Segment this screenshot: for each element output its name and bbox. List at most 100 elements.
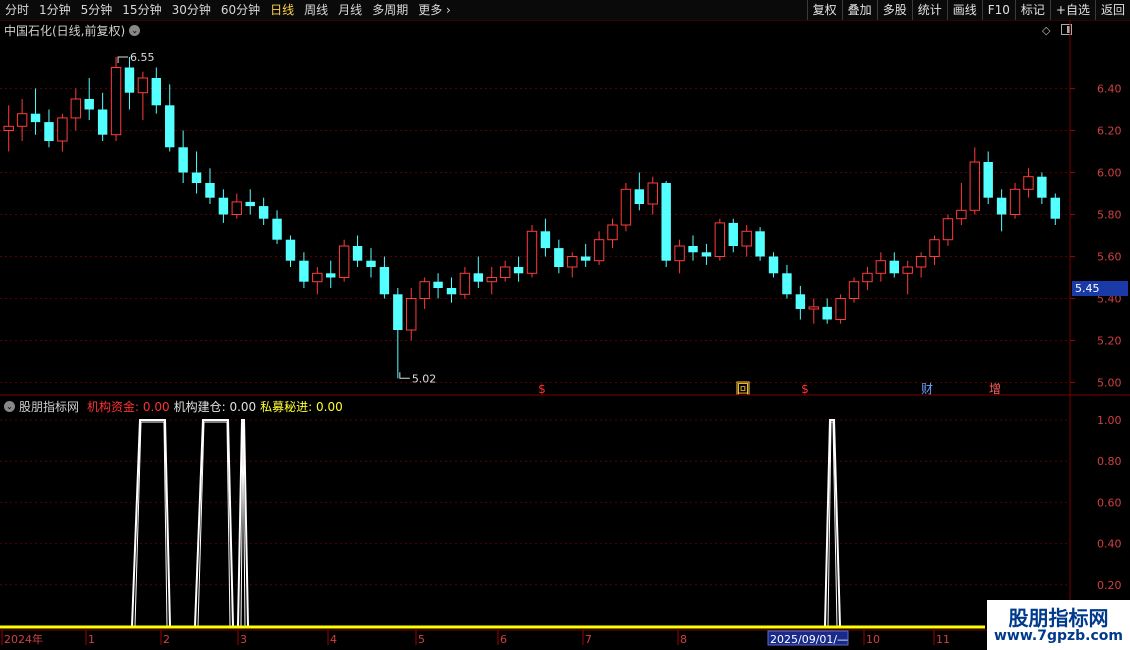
indicator-spike-0 — [131, 419, 171, 627]
candle-body-71 — [956, 209, 967, 220]
toolbar: 分时 1分钟 5分钟 15分钟 30分钟 60分钟 日线 周线 月线 多周期 更多 › 复权 叠加 多股… — [0, 0, 1130, 21]
toolbar-button-5[interactable]: F10 — [981, 0, 1015, 20]
marker-box-1 — [736, 381, 750, 396]
panel-toggle-icon[interactable] — [1061, 24, 1072, 35]
candle-body-2 — [30, 113, 41, 123]
x-tick-label-1: 1 — [88, 633, 95, 646]
candle-body-25 — [338, 245, 350, 278]
event-marker-4: 增 — [989, 382, 1001, 396]
y-tick-label-7: 5.00 — [1097, 377, 1122, 390]
candle-body-66 — [889, 260, 899, 274]
candle-body-46 — [620, 188, 632, 226]
y-tick-label-0: 6.40 — [1097, 83, 1122, 96]
candle-body-31 — [419, 281, 430, 300]
candle-body-33 — [446, 288, 457, 295]
period-tab-10[interactable]: 更多 › — [413, 0, 456, 20]
indicator-values: 机构资金: 0.00 机构建仓: 0.00 私募秘进: 0.00 — [83, 398, 343, 415]
period-tab-7[interactable]: 周线 — [299, 0, 333, 20]
indicator-spike-3 — [824, 419, 841, 627]
diamond-icon[interactable]: ◇ — [1042, 24, 1050, 37]
ind-y-tick-4: 0.20 — [1097, 579, 1122, 592]
indicator-item-1: 机构建仓: 0.00 — [173, 400, 257, 414]
toolbar-button-7[interactable]: +自选 — [1049, 0, 1095, 20]
candle-body-27 — [366, 260, 376, 267]
candle-body-52 — [701, 252, 712, 257]
x-tick-label-7: 7 — [585, 633, 592, 646]
candle-body-7 — [97, 109, 108, 135]
toolbar-button-1[interactable]: 叠加 — [841, 0, 877, 20]
candle-body-43 — [580, 256, 591, 261]
candle-body-38 — [513, 267, 524, 274]
indicator-name: 股朋指标网 — [19, 400, 80, 414]
period-tab-2[interactable]: 5分钟 — [76, 0, 118, 20]
period-tab-8[interactable]: 月线 — [333, 0, 367, 20]
period-tab-6[interactable]: 日线 — [265, 0, 299, 20]
indicator-dropdown-icon[interactable]: ⌄ — [4, 401, 15, 412]
ind-y-tick-2: 0.60 — [1097, 496, 1122, 509]
candle-body-0 — [3, 125, 14, 132]
x-tick-label-8: 8 — [680, 633, 687, 646]
low-marker-line — [399, 372, 410, 379]
stock-title: 中国石化(日线,前复权) — [4, 24, 126, 38]
candle-body-63 — [848, 281, 860, 300]
candle-body-1 — [16, 113, 28, 127]
period-tab-1[interactable]: 1分钟 — [34, 0, 76, 20]
candle-body-24 — [326, 273, 336, 278]
candle-body-21 — [285, 239, 296, 261]
candle-body-39 — [526, 230, 538, 274]
watermark-logo: 股朋指标网 www.7gpzb.com — [987, 600, 1130, 650]
indicator-spike-inner-3 — [827, 421, 838, 627]
period-tab-0[interactable]: 分时 — [0, 0, 34, 20]
toolbar-button-4[interactable]: 画线 — [946, 0, 982, 20]
toolbar-button-0[interactable]: 复权 — [806, 0, 842, 20]
candle-body-68 — [915, 256, 927, 268]
candle-body-56 — [755, 231, 765, 257]
toolbar-button-6[interactable]: 标记 — [1014, 0, 1050, 20]
event-marker-1: 回 — [737, 382, 749, 396]
indicator-spike-inner-0 — [134, 421, 168, 627]
candle-body-65 — [875, 260, 887, 274]
candle-body-23 — [312, 272, 323, 283]
candle-body-40 — [540, 231, 551, 249]
period-tab-4[interactable]: 30分钟 — [167, 0, 216, 20]
candle-body-60 — [808, 306, 819, 310]
ind-y-tick-1: 0.80 — [1097, 455, 1122, 468]
ind-y-tick-3: 0.40 — [1097, 538, 1122, 551]
candle-body-53 — [714, 222, 726, 257]
event-marker-3: 财 — [921, 382, 933, 396]
period-tab-9[interactable]: 多周期 — [367, 0, 413, 20]
candle-body-26 — [352, 246, 363, 261]
candle-body-11 — [151, 78, 162, 106]
candle-body-58 — [782, 273, 792, 295]
candle-body-54 — [728, 222, 738, 246]
toolbar-button-8[interactable]: 返回 — [1094, 0, 1130, 20]
toolbar-button-2[interactable]: 多股 — [876, 0, 912, 20]
period-tab-5[interactable]: 60分钟 — [216, 0, 265, 20]
candle-body-12 — [165, 105, 175, 148]
indicator-spike-inner-2 — [240, 421, 246, 627]
indicator-title: ⌄ 股朋指标网 机构资金: 0.00 机构建仓: 0.00 私募秘进: 0.00 — [4, 398, 343, 415]
chart-svg[interactable]: 6.555.02$ 回 $ 财增 6.406.206.005.805.605.405.… — [0, 0, 1130, 650]
y-tick-label-6: 5.20 — [1097, 335, 1122, 348]
candle-body-64 — [862, 272, 873, 283]
candle-body-51 — [688, 246, 698, 253]
candle-body-36 — [486, 277, 497, 283]
indicator-item-0: 机构资金: 0.00 — [87, 400, 170, 414]
candle-body-55 — [741, 230, 752, 247]
candle-body-75 — [1009, 188, 1021, 216]
x-tick-label-0: 2024年 — [4, 632, 43, 646]
candle-body-69 — [929, 239, 940, 257]
candle-body-32 — [433, 281, 443, 288]
toolbar-buttons: 复权 叠加 多股 统计 画线 F10 标记 +自选 返回 — [806, 0, 1130, 20]
candle-body-10 — [137, 77, 149, 94]
candle-body-57 — [768, 256, 779, 274]
candle-body-77 — [1037, 176, 1047, 198]
watermark-line2: www.7gpzb.com — [993, 628, 1123, 644]
toolbar-button-3[interactable]: 统计 — [911, 0, 947, 20]
current-price-label: 5.45 — [1075, 282, 1100, 295]
period-tab-3[interactable]: 15分钟 — [117, 0, 166, 20]
title-dropdown-icon[interactable]: ⌄ — [129, 25, 141, 36]
candle-body-78 — [1050, 197, 1060, 219]
high-label: 6.55 — [130, 51, 155, 64]
x-tick-label-3: 3 — [240, 633, 247, 646]
